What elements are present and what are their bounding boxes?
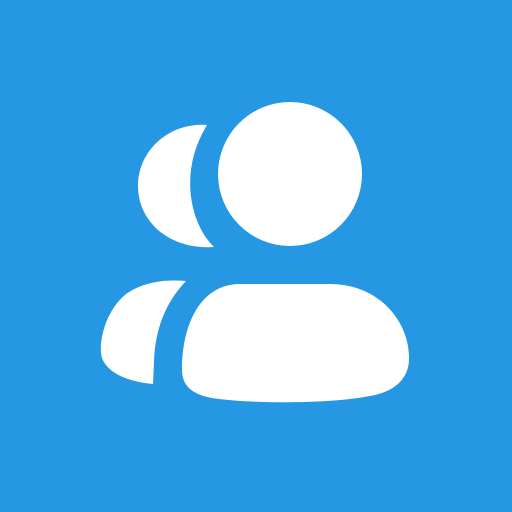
app-icon-tile <box>0 0 512 512</box>
front-person-body <box>182 284 410 403</box>
users-group-icon <box>0 0 512 512</box>
front-person-head <box>218 102 362 246</box>
icon-background <box>0 0 512 512</box>
